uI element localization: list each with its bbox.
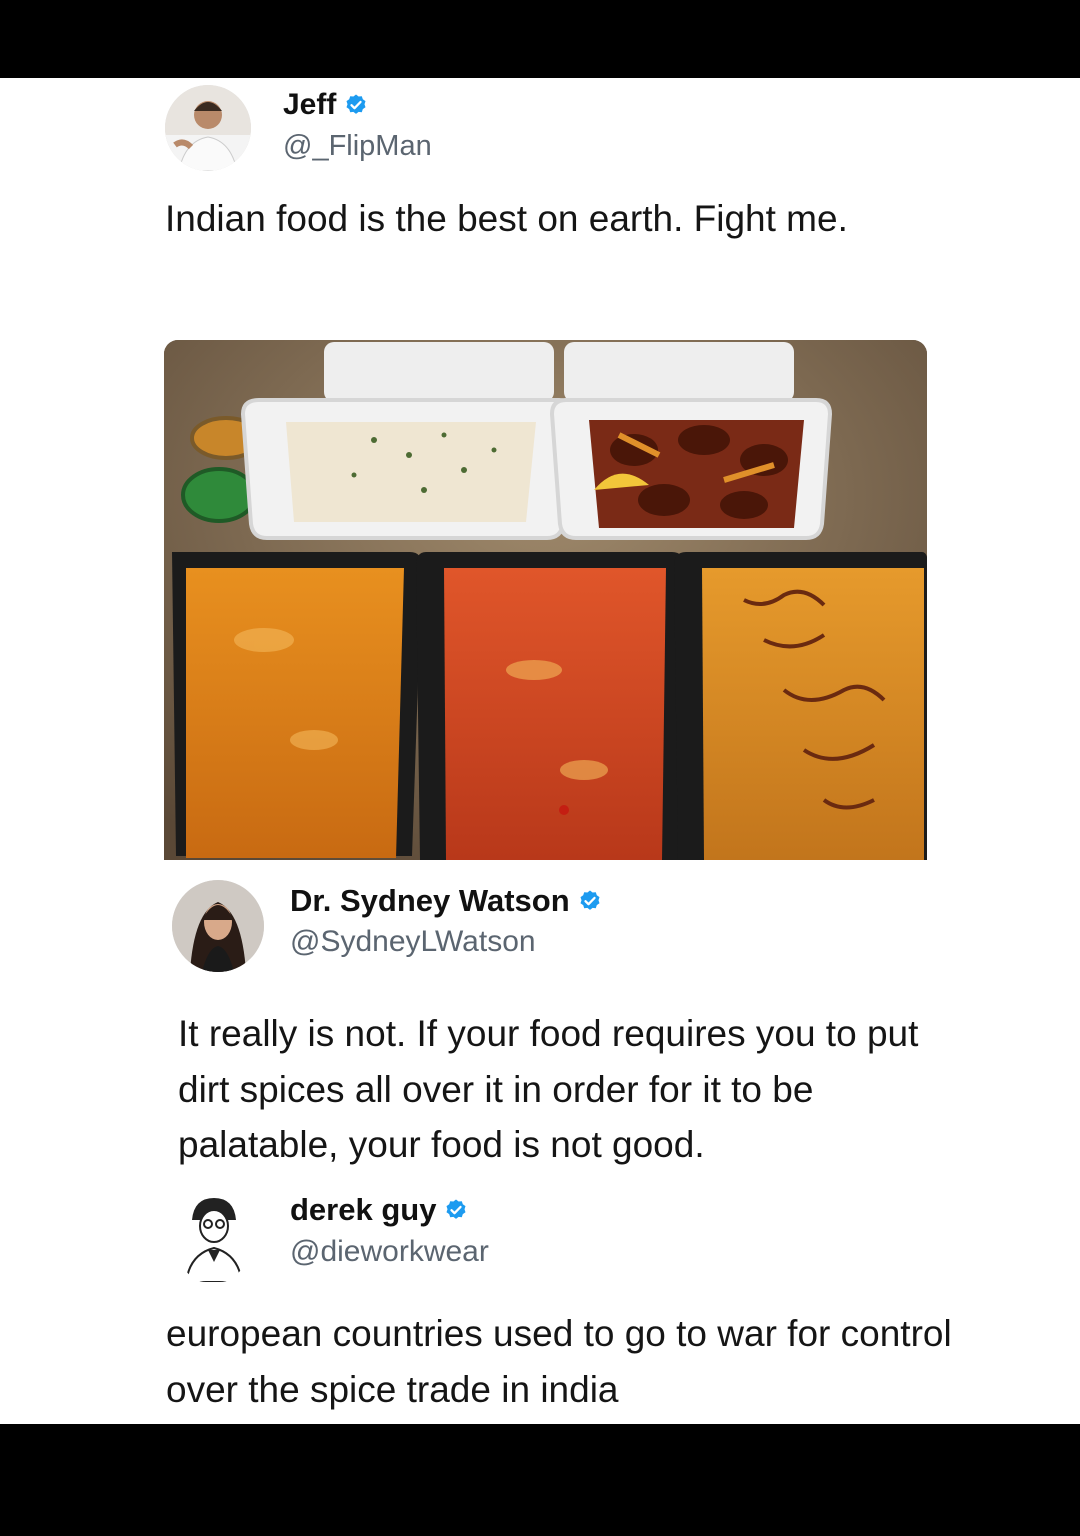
author-handle[interactable]: @_FlipMan — [283, 130, 432, 163]
author-row: derek guy — [290, 1192, 468, 1228]
verified-badge-icon — [346, 94, 366, 114]
author-name[interactable]: Dr. Sydney Watson — [290, 883, 570, 919]
post-text: It really is not. If your food requires … — [178, 1013, 919, 1165]
post-text: Indian food is the best on earth. Fight … — [165, 198, 848, 239]
verified-badge-icon — [446, 1199, 466, 1219]
author-row: Jeff — [283, 88, 368, 122]
avatar[interactable] — [172, 880, 264, 972]
avatar[interactable] — [165, 85, 251, 171]
bottom-black-bar — [0, 1424, 1080, 1536]
food-photo[interactable] — [164, 340, 927, 860]
verified-badge-icon — [580, 890, 600, 910]
author-handle[interactable]: @dieworkwear — [290, 1235, 489, 1269]
author-name[interactable]: Jeff — [283, 88, 336, 122]
top-black-bar — [0, 0, 1080, 78]
author-handle[interactable]: @SydneyLWatson — [290, 925, 536, 959]
author-row: Dr. Sydney Watson — [290, 883, 602, 919]
avatar[interactable] — [178, 1190, 248, 1282]
author-name[interactable]: derek guy — [290, 1192, 436, 1228]
post-text: european countries used to go to war for… — [166, 1313, 952, 1410]
